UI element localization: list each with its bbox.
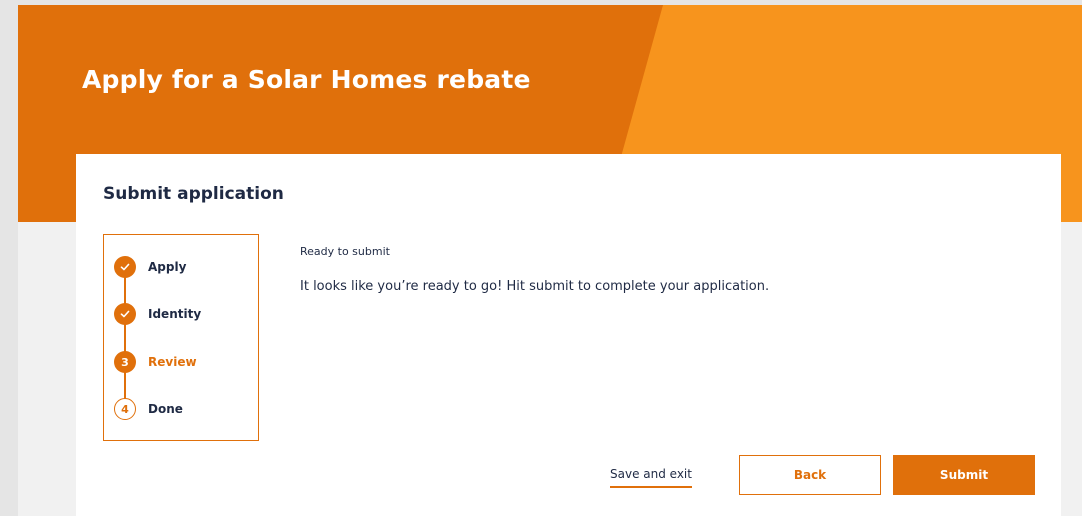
step-apply: Apply: [114, 256, 186, 278]
step-number-done: 4: [114, 398, 136, 420]
back-button[interactable]: Back: [739, 455, 881, 495]
content-heading: Ready to submit: [300, 245, 390, 258]
stepper-connector-line: [124, 270, 126, 408]
step-label-apply: Apply: [148, 260, 187, 274]
content-body: It looks like you’re ready to go! Hit su…: [300, 279, 770, 294]
check-icon: [114, 256, 136, 278]
step-number-review: 3: [114, 351, 136, 373]
submit-button[interactable]: Submit: [893, 455, 1035, 495]
step-label-done: Done: [148, 402, 183, 416]
step-label-review: Review: [148, 355, 197, 369]
card-title: Submit application: [103, 184, 284, 204]
progress-stepper: Apply Identity 3 Review 4 Done: [103, 234, 259, 441]
step-review: 3 Review: [114, 351, 197, 373]
step-identity: Identity: [114, 303, 201, 325]
step-label-identity: Identity: [148, 307, 202, 321]
save-and-exit-link[interactable]: Save and exit: [610, 467, 692, 488]
page-frame: Apply for a Solar Homes rebate Submit ap…: [18, 5, 1082, 516]
step-done: 4 Done: [114, 398, 183, 420]
page-title: Apply for a Solar Homes rebate: [82, 65, 531, 94]
application-card: Submit application Apply Identity 3 Revi…: [76, 154, 1061, 516]
check-icon: [114, 303, 136, 325]
